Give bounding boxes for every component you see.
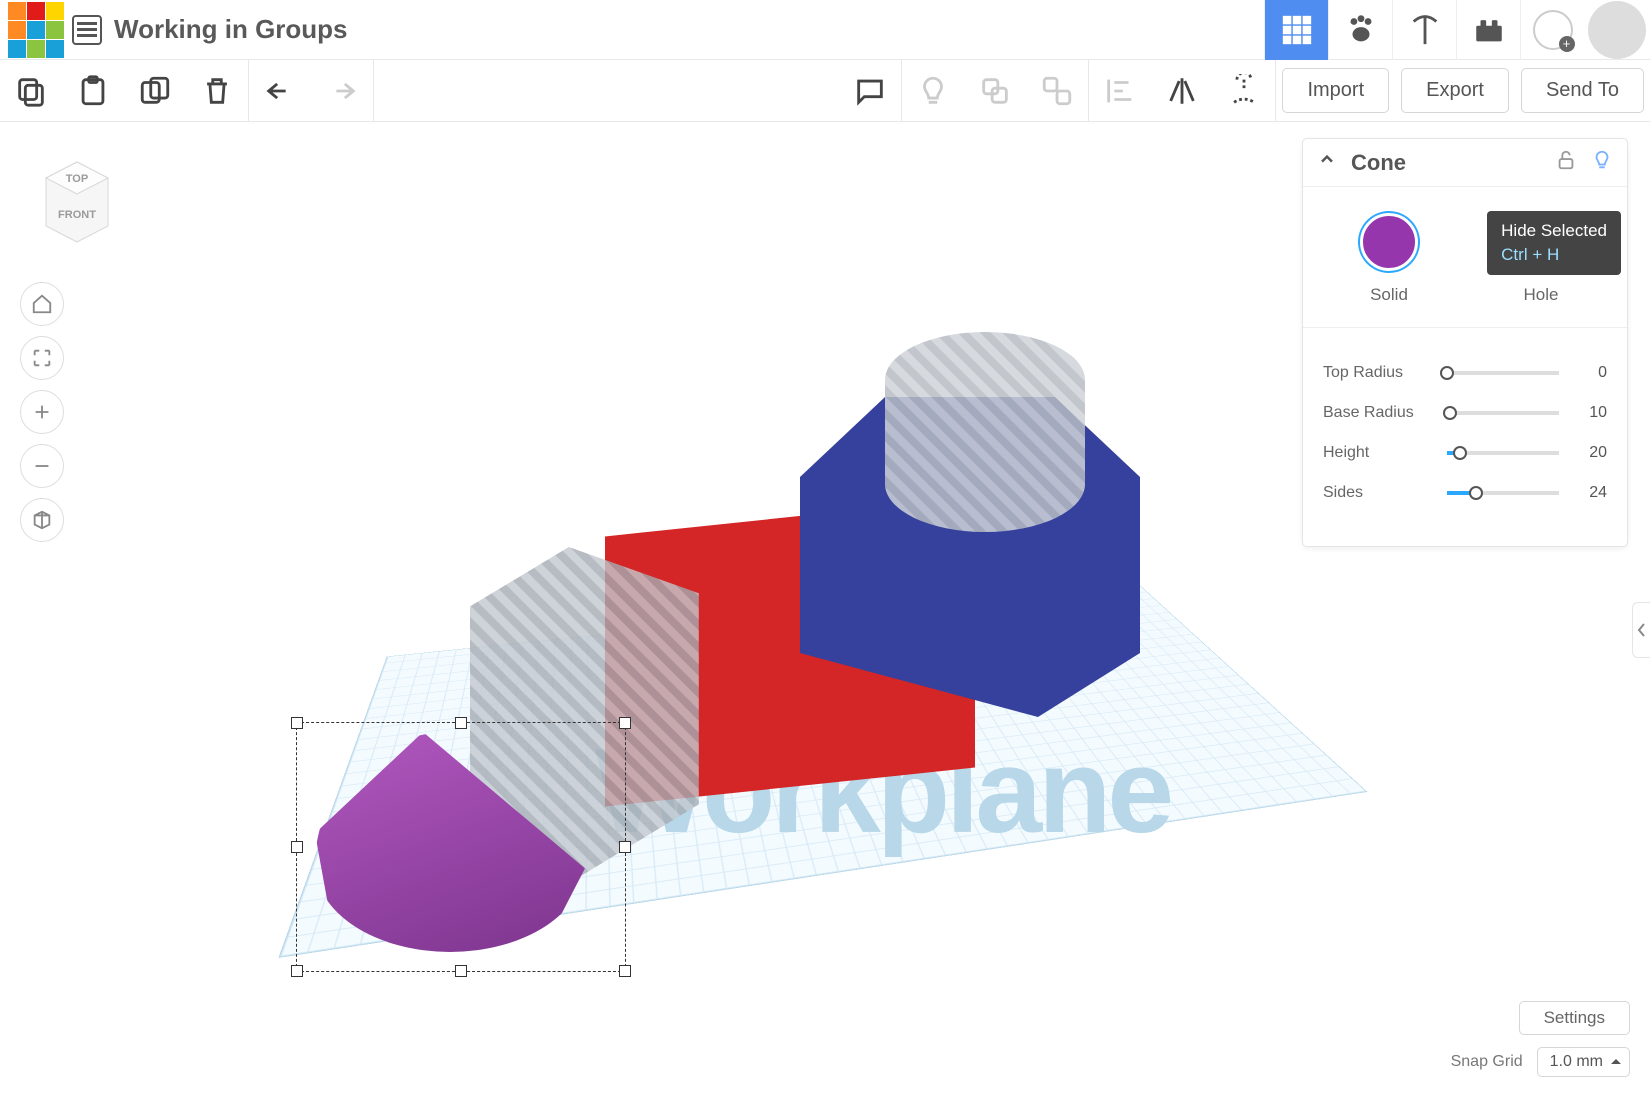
viewcube-front-label: FRONT — [58, 209, 96, 221]
pickaxe-icon[interactable] — [1392, 0, 1456, 60]
ungroup-button[interactable] — [1026, 60, 1088, 122]
param-row: Sides 24 — [1323, 484, 1607, 502]
parameter-sliders: Top Radius 0 Base Radius 10 Height 20 Si… — [1303, 328, 1627, 546]
view-controls — [20, 282, 64, 542]
workspace-3d-button[interactable] — [1264, 0, 1328, 60]
param-slider[interactable] — [1447, 451, 1559, 455]
show-all-button[interactable] — [902, 60, 964, 122]
copy-button[interactable] — [0, 60, 62, 122]
scene-shapes — [260, 222, 1210, 922]
duplicate-button[interactable] — [124, 60, 186, 122]
project-title[interactable]: Working in Groups — [114, 14, 348, 45]
align-button[interactable] — [1089, 60, 1151, 122]
undo-button[interactable] — [249, 60, 311, 122]
snap-grid-label: Snap Grid — [1451, 1053, 1523, 1071]
home-view-button[interactable] — [20, 282, 64, 326]
group-button[interactable] — [964, 60, 1026, 122]
param-slider[interactable] — [1447, 491, 1559, 495]
resize-handle[interactable] — [291, 965, 303, 977]
user-plus-icon — [1533, 10, 1573, 50]
tinkercad-logo[interactable] — [8, 2, 64, 58]
resize-handle[interactable] — [455, 717, 467, 729]
param-value[interactable]: 20 — [1573, 444, 1607, 462]
resize-handle[interactable] — [619, 841, 631, 853]
solid-swatch[interactable] — [1360, 213, 1418, 271]
lesson-list-icon[interactable] — [72, 15, 102, 45]
fit-view-button[interactable] — [20, 336, 64, 380]
param-label: Top Radius — [1323, 364, 1433, 382]
tooltip-shortcut: Ctrl + H — [1501, 243, 1607, 267]
zoom-in-button[interactable] — [20, 390, 64, 434]
main-toolbar: Import Export Send To — [0, 60, 1650, 122]
hole-label: Hole — [1524, 285, 1559, 305]
cruise-button[interactable] — [1213, 60, 1275, 122]
user-avatar[interactable] — [1588, 1, 1646, 59]
delete-button[interactable] — [186, 60, 248, 122]
redo-button[interactable] — [311, 60, 373, 122]
param-slider[interactable] — [1447, 371, 1559, 375]
param-slider[interactable] — [1447, 411, 1559, 415]
resize-handle[interactable] — [291, 717, 303, 729]
shape-inspector-panel: Cone Hide Selected Ctrl + H Solid Hole T… — [1302, 138, 1628, 547]
collapse-icon[interactable] — [1317, 150, 1337, 175]
param-label: Sides — [1323, 484, 1433, 502]
param-value[interactable]: 0 — [1573, 364, 1607, 382]
shape-name[interactable]: Cone — [1351, 150, 1406, 176]
param-row: Top Radius 0 — [1323, 364, 1607, 382]
selection-bounding-box[interactable] — [296, 722, 626, 972]
paw-icon[interactable] — [1328, 0, 1392, 60]
param-row: Base Radius 10 — [1323, 404, 1607, 422]
tooltip-title: Hide Selected — [1501, 219, 1607, 243]
paste-button[interactable] — [62, 60, 124, 122]
resize-handle[interactable] — [455, 965, 467, 977]
param-value[interactable]: 24 — [1573, 484, 1607, 502]
zoom-out-button[interactable] — [20, 444, 64, 488]
param-row: Height 20 — [1323, 444, 1607, 462]
solid-label: Solid — [1370, 285, 1408, 305]
export-button[interactable]: Export — [1401, 68, 1509, 113]
notes-button[interactable] — [839, 60, 901, 122]
grid-settings-button[interactable]: Settings — [1519, 1001, 1630, 1035]
3d-viewport[interactable]: TOP FRONT Workplane Cone — [0, 122, 1650, 1093]
import-button[interactable]: Import — [1282, 68, 1389, 113]
send-to-button[interactable]: Send To — [1521, 68, 1644, 113]
viewcube-top-label: TOP — [66, 173, 88, 185]
invite-user-button[interactable] — [1520, 0, 1584, 60]
shape-cylinder-hole[interactable] — [885, 332, 1085, 532]
resize-handle[interactable] — [291, 841, 303, 853]
viewcube[interactable]: TOP FRONT — [36, 152, 118, 250]
ortho-view-button[interactable] — [20, 498, 64, 542]
lock-icon[interactable] — [1555, 149, 1577, 176]
param-label: Height — [1323, 444, 1433, 462]
resize-handle[interactable] — [619, 965, 631, 977]
shapes-panel-toggle[interactable] — [1632, 602, 1650, 658]
param-value[interactable]: 10 — [1573, 404, 1607, 422]
hide-tooltip: Hide Selected Ctrl + H — [1487, 211, 1621, 275]
param-label: Base Radius — [1323, 404, 1433, 422]
snap-grid-select[interactable]: 1.0 mm — [1537, 1047, 1630, 1077]
hide-icon[interactable] — [1591, 149, 1613, 176]
footer-controls: Settings Snap Grid 1.0 mm — [1451, 1047, 1630, 1077]
mirror-button[interactable] — [1151, 60, 1213, 122]
app-header: Working in Groups — [0, 0, 1650, 60]
resize-handle[interactable] — [619, 717, 631, 729]
lego-brick-icon[interactable] — [1456, 0, 1520, 60]
